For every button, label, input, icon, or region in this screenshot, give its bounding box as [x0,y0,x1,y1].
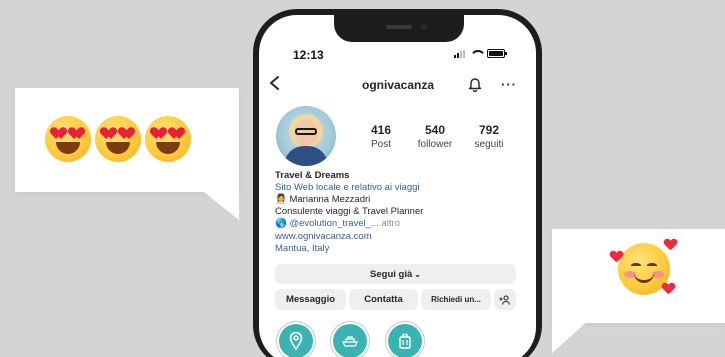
stat-value: 540 [424,123,446,137]
bell-icon[interactable] [467,76,483,92]
following-label: Segui già [370,268,413,280]
wifi-icon [470,50,482,58]
request-label: Richiedi un... [431,295,481,304]
profile-name: Travel & Dreams [275,170,350,181]
bio-mention-line: 🌎 @evolution_travel_... altro [275,218,400,230]
message-button[interactable]: Messaggio [275,289,346,310]
story-highlight[interactable] [330,321,370,357]
map-pin-icon [289,332,303,350]
signal-icon [454,49,465,58]
speech-bubble-right [552,229,725,353]
suitcase-icon [399,333,411,349]
status-time: 12:13 [293,48,324,62]
stat-followers[interactable]: 540 follower [405,123,465,150]
add-user-icon [499,294,511,305]
story-highlight[interactable] [385,321,425,357]
add-user-button[interactable] [494,289,516,310]
bio-more-link[interactable]: altro [382,218,400,229]
chevron-down-icon: ⌄ [414,269,421,279]
avatar[interactable] [276,106,336,166]
stat-label: seguiti [474,139,504,150]
speech-bubble-left [15,88,239,220]
status-icons [454,49,507,58]
stat-following[interactable]: 792 seguiti [459,123,519,150]
battery-icon [487,49,507,58]
bio-mention-link[interactable]: 🌎 @evolution_travel_... [275,218,379,229]
contact-label: Contatta [364,294,403,305]
bio-line: 👩‍💼 Marianna Mezzadri [275,194,371,205]
heart-eyes-emoji-icon [145,116,191,162]
profile-website-link[interactable]: www.ognivacanza.com [275,231,372,243]
ship-icon [341,336,359,347]
stat-value: 416 [370,123,392,137]
smiling-hearts-emoji-icon [618,243,670,295]
contact-button[interactable]: Contatta [349,289,418,310]
profile-category[interactable]: Sito Web locale e relativo ai viaggi [275,182,420,194]
stat-value: 792 [478,123,500,137]
profile-location-link[interactable]: Mantua, Italy [275,243,329,255]
message-label: Messaggio [285,294,336,305]
phone-notch [334,14,464,42]
more-options-icon[interactable]: ··· [501,77,517,92]
profile-username: ognivacanza [362,78,435,92]
bio-line: Consulente viaggi & Travel Planner [275,206,424,217]
bubble-tail [552,319,590,353]
stat-label: follower [417,139,453,150]
stat-label: Post [370,139,391,150]
story-highlight[interactable] [276,321,316,357]
heart-eyes-emoji-icon [45,116,91,162]
stat-posts[interactable]: 416 Post [351,123,411,150]
following-button[interactable]: Segui già ⌄ [275,264,516,284]
request-button[interactable]: Richiedi un... [421,289,491,310]
heart-eyes-emoji-icon [95,116,141,162]
bubble-tail [199,188,239,220]
back-arrow-icon[interactable] [268,75,282,91]
heart-eyes-emoji-row [45,116,191,162]
